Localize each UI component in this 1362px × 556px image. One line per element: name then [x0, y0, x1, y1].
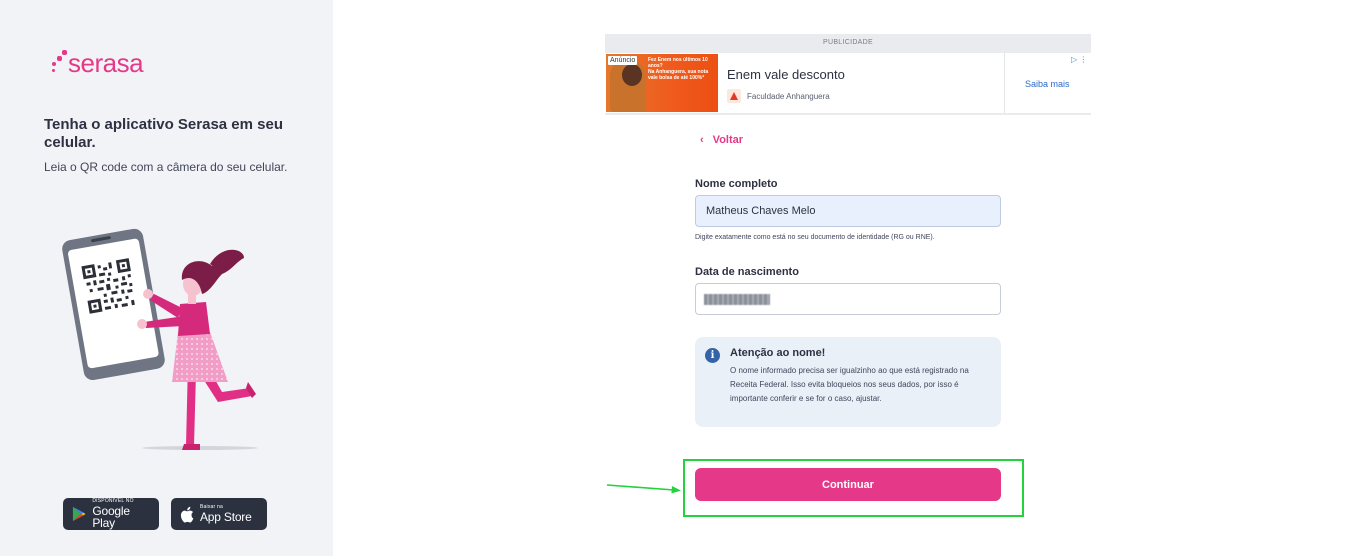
logo-text: serasa: [68, 48, 144, 78]
ad-tag: Anúncio: [608, 56, 638, 65]
phone-qr-illustration: [62, 228, 258, 450]
alert-text: O nome informado precisa ser igualzinho …: [730, 366, 969, 403]
promo-title: Tenha o aplicativo Serasa em seu celular…: [44, 116, 283, 151]
ad-label: PUBLICIDADE: [823, 39, 873, 46]
birth-date-input[interactable]: [695, 283, 1001, 315]
ad-choices-icon[interactable]: ▷ ⋮: [1071, 55, 1087, 64]
info-icon: i: [705, 348, 720, 363]
name-warning-alert: i Atenção ao nome! O nome informado prec…: [695, 337, 1001, 427]
chevron-left-icon: ‹: [700, 134, 704, 146]
ad-image[interactable]: Anúncio Fez Enem nos últimos 10 anos? Na…: [606, 54, 718, 112]
page: serasa Tenha o aplicativo Serasa em seu …: [0, 0, 1362, 556]
anhanguera-logo-icon: [727, 89, 741, 103]
ad-advertiser-name: Faculdade Anhanguera: [747, 91, 830, 101]
continue-button[interactable]: Continuar: [695, 468, 1001, 501]
logo-dots-icon: [50, 48, 67, 78]
birth-date-label: Data de nascimento: [695, 266, 799, 278]
ad-body[interactable]: Anúncio Fez Enem nos últimos 10 anos? Na…: [605, 53, 1091, 113]
ad-cta-link[interactable]: Saiba mais: [1025, 79, 1070, 89]
redacted-birth-date: [704, 293, 770, 305]
ad-banner: PUBLICIDADE Anúncio Fez Enem nos últimos…: [605, 34, 1091, 115]
ad-advertiser[interactable]: Faculdade Anhanguera: [727, 89, 830, 103]
back-label: Voltar: [712, 134, 744, 146]
app-promo-panel: serasa Tenha o aplicativo Serasa em seu …: [0, 0, 333, 556]
app-store-big-text: App Store: [200, 510, 252, 524]
ad-image-text: Fez Enem nos últimos 10 anos? Na Anhangu…: [648, 57, 709, 81]
ad-person-image: [610, 60, 646, 112]
alert-title: Atenção ao nome!: [730, 347, 826, 359]
full-name-input[interactable]: Matheus Chaves Melo: [695, 195, 1001, 227]
serasa-logo[interactable]: serasa: [50, 46, 144, 79]
ad-title[interactable]: Enem vale desconto: [727, 67, 845, 82]
google-play-big-text: Google Play: [92, 504, 130, 530]
annotation-arrow-icon: [606, 484, 681, 494]
google-play-button[interactable]: DISPONÍVEL NO Google Play: [63, 498, 159, 530]
ad-divider: [1004, 53, 1005, 113]
app-store-button[interactable]: Baixar na App Store: [171, 498, 267, 530]
promo-subtitle: Leia o QR code com a câmera do seu celul…: [44, 160, 288, 174]
full-name-hint: Digite exatamente como está no seu docum…: [695, 234, 935, 241]
apple-icon: [180, 506, 194, 522]
google-play-icon: [72, 506, 86, 522]
full-name-label: Nome completo: [695, 178, 778, 190]
back-link[interactable]: ‹ Voltar: [700, 134, 743, 146]
